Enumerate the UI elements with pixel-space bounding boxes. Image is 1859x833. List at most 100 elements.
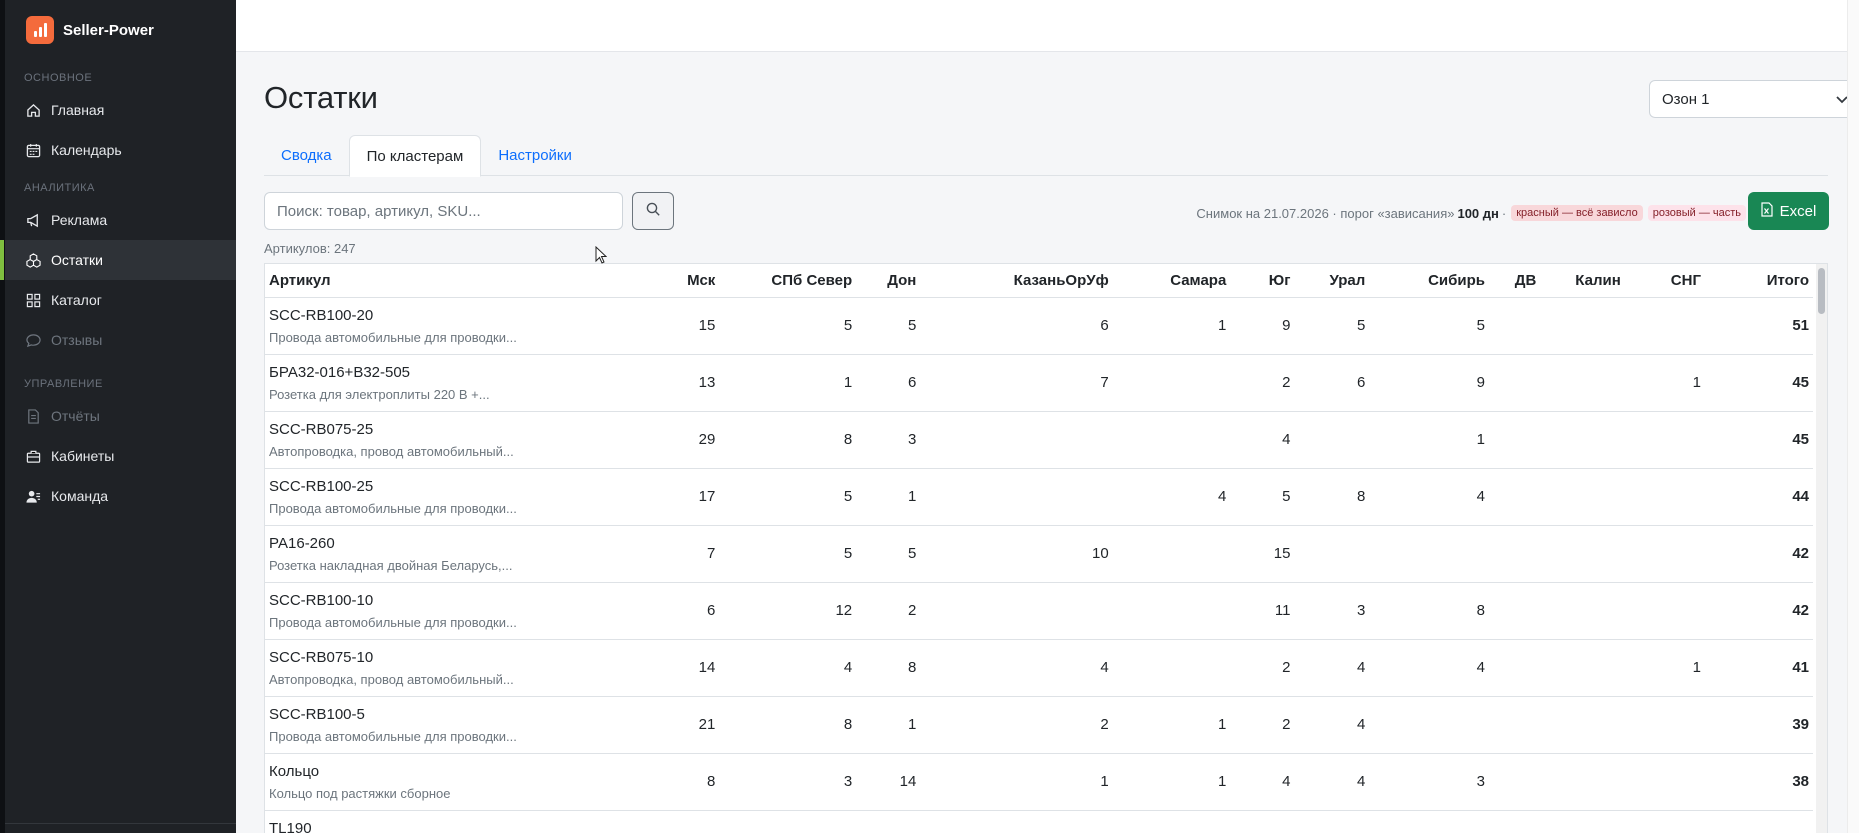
stock-cell: 1 — [1692, 374, 1701, 391]
sidebar-item-label: Календарь — [51, 142, 122, 158]
tab-summary[interactable]: Сводка — [264, 135, 349, 176]
column-header[interactable]: Мск — [582, 264, 720, 298]
stock-cell — [1540, 525, 1624, 582]
sidebar-section-label: УПРАВЛЕНИЕ — [24, 378, 103, 390]
column-header[interactable]: Дон — [856, 264, 921, 298]
table-row[interactable]: Кольцо Кольцо под растяжки сборное 8 3 14 1 1 4… — [265, 753, 1813, 810]
column-header[interactable]: Итого — [1704, 264, 1813, 298]
column-header[interactable]: Калин — [1540, 264, 1625, 298]
stock-cell: 3 — [1356, 602, 1366, 619]
account-select[interactable]: Озон 1 — [1649, 80, 1859, 118]
table-row[interactable]: SCC-RB100-20 Провода автомобильные для пр… — [265, 297, 1813, 354]
stock-table-container[interactable]: Артикул Мск СПб Север Дон КазаньОрУф Самара Юг… — [264, 263, 1828, 833]
stock-cell: 2 — [1282, 374, 1291, 391]
article-description: Провода автомобильные для проводки... — [269, 329, 517, 345]
megaphone-icon — [24, 211, 42, 229]
sidebar-item-megaphone[interactable]: Реклама — [5, 200, 236, 240]
article-description: Розетка накладная двойная Беларусь,... — [269, 557, 513, 573]
column-header[interactable]: Самара — [1112, 264, 1231, 298]
stock-cell — [1489, 810, 1540, 833]
stock-cell — [1294, 810, 1369, 833]
total-cell — [1705, 810, 1813, 833]
stock-cell — [1489, 411, 1540, 468]
stock-cell: 1 — [1217, 773, 1227, 790]
stock-cell: 14 — [899, 773, 917, 790]
stock-cell: 3 — [1476, 773, 1486, 790]
table-row[interactable]: TL190 — [265, 810, 1813, 833]
table-row[interactable]: SCC-RB100-25 Провода автомобильные для пр… — [265, 468, 1813, 525]
sidebar-item-label: Отзывы — [51, 332, 103, 348]
stock-cell: 1 — [1217, 716, 1227, 733]
total-cell: 38 — [1792, 773, 1809, 790]
table-row[interactable]: SCC-RB075-10 Автопроводка, провод автомоб… — [265, 639, 1813, 696]
tabs: Сводка По кластерам Настройки — [264, 135, 1828, 177]
total-cell: 45 — [1792, 431, 1809, 448]
sidebar-item-label: Остатки — [51, 252, 103, 268]
stock-cell — [1489, 696, 1540, 753]
account-select-value: Озон 1 — [1662, 90, 1710, 108]
search-input[interactable]: Поиск: товар, артикул, SKU... — [264, 192, 623, 230]
tab-settings[interactable]: Настройки — [481, 135, 589, 176]
bar-chart-logo-icon — [26, 16, 54, 44]
brand-name: Seller-Power — [63, 21, 154, 39]
column-header[interactable]: ДВ — [1489, 264, 1541, 298]
sidebar: Seller-Power ОСНОВНОЕ Главная Календарь АНА… — [0, 0, 236, 833]
page-scrollbar[interactable] — [1847, 0, 1859, 833]
column-header[interactable]: Юг — [1230, 264, 1295, 298]
article-description: Розетка для электроплиты 220 В +... — [269, 386, 490, 402]
stock-cell: 3 — [907, 431, 917, 448]
sidebar-item-briefcase[interactable]: Кабинеты — [5, 436, 236, 476]
briefcase-icon — [24, 447, 42, 465]
sidebar-item-calendar[interactable]: Календарь — [5, 130, 236, 170]
column-header[interactable]: Артикул — [265, 264, 583, 298]
sidebar-item-label: Реклама — [51, 212, 108, 228]
legend-badge-red: красный — всё зависло — [1511, 205, 1643, 221]
stock-cell: 6 — [706, 602, 716, 619]
stock-cell: 1 — [843, 374, 853, 391]
sidebar-item-grid[interactable]: Каталог — [5, 280, 236, 320]
column-header[interactable]: Сибирь — [1369, 264, 1490, 298]
tab-by-clusters[interactable]: По кластерам — [348, 135, 482, 177]
stock-cell — [1625, 525, 1705, 582]
stock-cell — [920, 582, 1112, 639]
sidebar-item-home[interactable]: Главная — [5, 90, 236, 130]
stock-cell — [856, 810, 920, 833]
excel-export-button[interactable]: Excel — [1748, 192, 1829, 230]
table-row[interactable]: SCC-RB100-10 Провода автомобильные для пр… — [265, 582, 1813, 639]
total-cell: 45 — [1792, 374, 1809, 391]
stock-cell: 6 — [907, 374, 917, 391]
stock-cell: 7 — [706, 545, 716, 562]
stock-cell: 6 — [1100, 317, 1109, 334]
stock-cell — [1489, 753, 1540, 810]
table-row[interactable]: БРА32-016+В32-505 Розетка для электроплит… — [265, 354, 1813, 411]
column-header[interactable]: КазаньОрУф — [920, 264, 1113, 298]
table-scrollbar-thumb[interactable] — [1818, 268, 1825, 314]
stock-cell — [1489, 354, 1540, 411]
sidebar-item-boxes[interactable]: Остатки — [0, 240, 236, 280]
table-row[interactable]: SCC-RB075-25 Автопроводка, провод автомоб… — [265, 411, 1813, 468]
stock-cell — [1369, 696, 1489, 753]
snapshot-separator: · — [1501, 205, 1507, 221]
sidebar-item-users[interactable]: Команда — [5, 476, 236, 516]
table-scrollbar-track[interactable] — [1816, 264, 1827, 833]
home-icon — [24, 101, 42, 119]
stock-cell: 4 — [1356, 773, 1366, 790]
article-sku: SCC-RB100-5 — [269, 705, 365, 723]
stock-cell: 13 — [698, 374, 716, 391]
sidebar-item-document[interactable]: Отчёты — [5, 396, 236, 436]
article-sku: РА16-260 — [269, 534, 335, 552]
table-row[interactable]: РА16-260 Розетка накладная двойная Белару… — [265, 525, 1813, 582]
sidebar-item-chat[interactable]: Отзывы — [5, 320, 236, 360]
stock-cell — [1113, 582, 1231, 639]
column-header[interactable]: Урал — [1294, 264, 1370, 298]
column-header[interactable]: СПб Север — [719, 264, 857, 298]
calendar-icon — [24, 141, 42, 159]
column-header[interactable]: СНГ — [1624, 264, 1705, 298]
sidebar-section-label: АНАЛИТИКА — [24, 182, 95, 194]
table-row[interactable]: SCC-RB100-5 Провода автомобильные для про… — [265, 696, 1813, 753]
search-button[interactable] — [632, 192, 674, 230]
article-sku: SCC-RB100-10 — [269, 591, 374, 609]
stock-cell — [920, 411, 1112, 468]
article-cell: SCC-RB075-25 Автопроводка, провод автомоб… — [265, 411, 583, 468]
brand[interactable]: Seller-Power — [5, 0, 236, 60]
